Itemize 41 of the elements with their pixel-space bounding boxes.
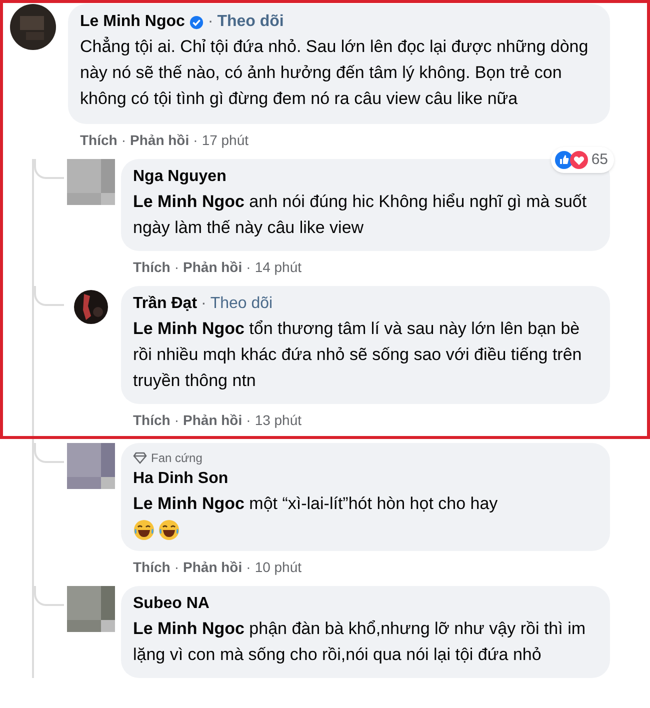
timestamp: 17 phút <box>202 131 249 150</box>
timestamp: 13 phút <box>254 411 302 430</box>
laughing-emoji-icon <box>158 519 180 541</box>
separator-dot: · <box>208 12 214 32</box>
timestamp: 14 phút <box>254 258 302 277</box>
reply-link[interactable]: Phản hồi <box>183 257 242 278</box>
like-link[interactable]: Thích <box>133 410 170 431</box>
author-name[interactable]: Ha Dinh Son <box>133 467 228 491</box>
author-name[interactable]: Subeo NA <box>133 592 210 616</box>
comment-text: Le Minh Ngoc phận đàn bà khổ,nhưng lỡ như vậy rồi thì im lặng vì con mà sống cho rồi,nói qua nói lại tội đứa nhỏ <box>133 618 587 666</box>
like-link[interactable]: Thích <box>80 130 118 151</box>
reply-link[interactable]: Phản hồi <box>130 130 190 151</box>
reaction-summary[interactable]: 65 <box>551 146 614 173</box>
separator-dot: · <box>201 294 206 314</box>
comment-text: Le Minh Ngoc một “xì-lai-lít”hót hòn họt cho hay <box>133 493 499 515</box>
separator-dot: · <box>246 411 251 430</box>
separator-dot: · <box>246 558 251 577</box>
separator-dot: · <box>174 558 180 577</box>
follow-link[interactable]: Theo dõi <box>210 292 273 316</box>
separator-dot: · <box>174 411 180 430</box>
reply-link[interactable]: Phản hồi <box>183 557 242 578</box>
author-name[interactable]: Le Minh Ngoc <box>80 10 185 34</box>
separator-dot: · <box>174 258 180 277</box>
separator-dot: · <box>246 258 251 277</box>
comment-text: Chẳng tội ai. Chỉ tội đứa nhỏ. Sau lớn lên đọc lại được những dòng này nó sẽ thế nào, có ảnh hưởng đến tâm lý không. Bọn trẻ con không có tội tình gì đừng đem nó ra câu view câu like nữa <box>80 36 590 110</box>
separator-dot: · <box>121 131 126 150</box>
laughing-emoji-icon <box>133 519 155 541</box>
reply-link[interactable]: Phản hồi <box>183 410 242 431</box>
author-name[interactable]: Nga Nguyen <box>133 165 226 189</box>
reaction-count: 65 <box>591 150 609 170</box>
follow-link[interactable]: Theo dõi <box>217 10 284 34</box>
comment-text: Le Minh Ngoc tổn thương tâm lí và sau này lớn lên bạn bè rồi nhiều mqh khác đứa nhỏ sẽ sống sao với điều tiếng trên truyền thông ntn <box>133 318 583 392</box>
fan-label: Fan cứng <box>151 450 202 467</box>
separator-dot: · <box>193 131 198 150</box>
diamond-icon <box>133 452 147 464</box>
comment-text: Le Minh Ngoc anh nói đúng hic Không hiểu nghĩ gì mà suốt ngày làm thế này câu like view <box>133 191 588 239</box>
like-link[interactable]: Thích <box>133 557 170 578</box>
like-link[interactable]: Thích <box>133 257 170 278</box>
author-name[interactable]: Trần Đạt <box>133 292 198 316</box>
timestamp: 10 phút <box>254 558 302 577</box>
love-reaction-icon <box>570 150 588 169</box>
